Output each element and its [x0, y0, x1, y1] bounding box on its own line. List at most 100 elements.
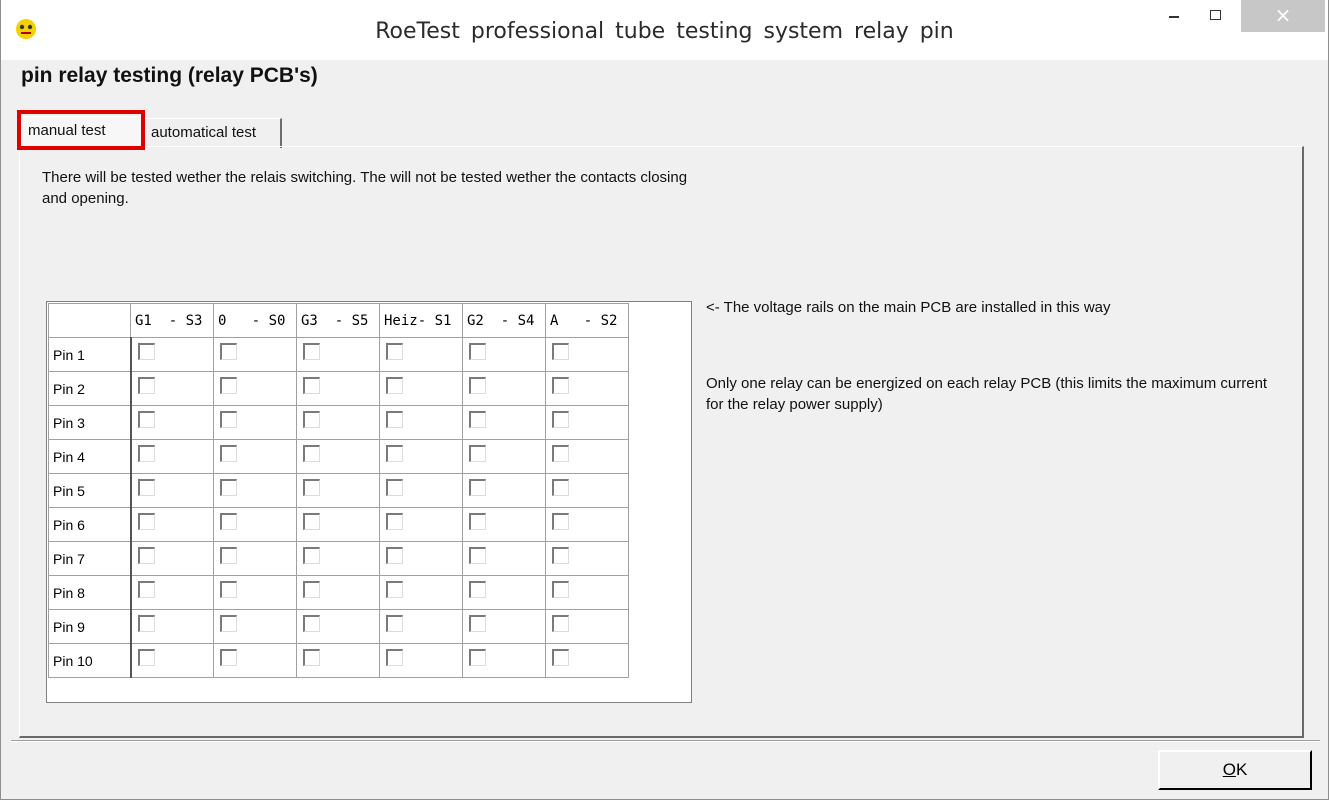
- relay-checkbox[interactable]: [552, 547, 569, 565]
- relay-checkbox[interactable]: [552, 615, 569, 633]
- minimize-button[interactable]: [1155, 0, 1191, 30]
- grid-row: Pin 2: [48, 371, 629, 406]
- grid-cell: [545, 371, 629, 406]
- relay-checkbox[interactable]: [552, 581, 569, 599]
- tab-automatical-test[interactable]: automatical test: [144, 118, 282, 148]
- minimize-icon: [1169, 16, 1179, 18]
- relay-checkbox[interactable]: [386, 445, 403, 463]
- relay-checkbox[interactable]: [220, 581, 237, 599]
- relay-checkbox[interactable]: [386, 581, 403, 599]
- relay-checkbox[interactable]: [469, 615, 486, 633]
- relay-checkbox[interactable]: [386, 343, 403, 361]
- grid-cell: [462, 439, 546, 474]
- relay-checkbox[interactable]: [220, 411, 237, 429]
- relay-checkbox[interactable]: [469, 343, 486, 361]
- grid-cell: [130, 473, 214, 508]
- relay-checkbox[interactable]: [469, 445, 486, 463]
- grid-cell: [379, 405, 463, 440]
- relay-checkbox[interactable]: [552, 411, 569, 429]
- relay-checkbox[interactable]: [303, 377, 320, 395]
- grid-cell: [545, 473, 629, 508]
- relay-checkbox[interactable]: [386, 479, 403, 497]
- relay-checkbox[interactable]: [386, 513, 403, 531]
- relay-checkbox[interactable]: [469, 479, 486, 497]
- relay-checkbox[interactable]: [386, 411, 403, 429]
- relay-checkbox[interactable]: [137, 615, 155, 633]
- grid-row: Pin 3: [48, 405, 629, 440]
- relay-checkbox[interactable]: [303, 649, 320, 667]
- relay-checkbox[interactable]: [303, 615, 320, 633]
- relay-checkbox[interactable]: [220, 513, 237, 531]
- relay-checkbox[interactable]: [303, 513, 320, 531]
- relay-checkbox[interactable]: [303, 445, 320, 463]
- grid-cell: [213, 337, 297, 372]
- grid-cell: [545, 541, 629, 576]
- relay-checkbox[interactable]: [469, 547, 486, 565]
- grid-cell: [296, 541, 380, 576]
- relay-checkbox[interactable]: [220, 547, 237, 565]
- ok-button[interactable]: OK: [1158, 750, 1312, 790]
- grid-row-label: Pin 7: [48, 541, 132, 576]
- relay-checkbox[interactable]: [137, 547, 155, 565]
- relay-checkbox[interactable]: [137, 343, 155, 361]
- relay-checkbox[interactable]: [469, 411, 486, 429]
- grid-cell: [213, 609, 297, 644]
- relay-checkbox[interactable]: [386, 615, 403, 633]
- grid-row-label: Pin 8: [48, 575, 132, 610]
- grid-cell: [545, 609, 629, 644]
- grid-cell: [213, 371, 297, 406]
- relay-checkbox[interactable]: [303, 411, 320, 429]
- relay-checkbox[interactable]: [552, 513, 569, 531]
- grid-cell: [379, 371, 463, 406]
- relay-checkbox[interactable]: [552, 649, 569, 667]
- grid-cell: [379, 643, 463, 678]
- grid-row: Pin 4: [48, 439, 629, 474]
- grid-cell: [213, 405, 297, 440]
- relay-checkbox[interactable]: [303, 547, 320, 565]
- relay-checkbox[interactable]: [552, 377, 569, 395]
- relay-checkbox[interactable]: [137, 445, 155, 463]
- relay-checkbox[interactable]: [137, 411, 155, 429]
- relay-checkbox[interactable]: [386, 649, 403, 667]
- grid-cell: [130, 575, 214, 610]
- grid-cell: [130, 371, 214, 406]
- relay-checkbox[interactable]: [469, 377, 486, 395]
- maximize-button[interactable]: [1197, 0, 1233, 30]
- grid-cell: [130, 507, 214, 542]
- relay-checkbox[interactable]: [386, 547, 403, 565]
- relay-checkbox[interactable]: [137, 581, 155, 599]
- relay-checkbox[interactable]: [220, 615, 237, 633]
- relay-checkbox[interactable]: [303, 343, 320, 361]
- relay-checkbox[interactable]: [220, 649, 237, 667]
- relay-checkbox[interactable]: [137, 649, 155, 667]
- relay-checkbox[interactable]: [303, 479, 320, 497]
- title-bar[interactable]: RoeTest professional tube testing system…: [1, 0, 1328, 60]
- grid-cell: [462, 337, 546, 372]
- grid-row: Pin 8: [48, 575, 629, 610]
- relay-checkbox[interactable]: [469, 649, 486, 667]
- grid-cell: [462, 575, 546, 610]
- grid-cell: [462, 473, 546, 508]
- relay-checkbox[interactable]: [552, 445, 569, 463]
- relay-checkbox[interactable]: [137, 513, 155, 531]
- relay-checkbox[interactable]: [552, 343, 569, 361]
- grid-column-header: G3 - S5: [296, 303, 380, 338]
- relay-checkbox[interactable]: [137, 479, 155, 497]
- relay-checkbox[interactable]: [552, 479, 569, 497]
- close-button[interactable]: ×: [1241, 0, 1325, 32]
- relay-checkbox[interactable]: [386, 377, 403, 395]
- relay-checkbox[interactable]: [137, 377, 155, 395]
- tab-manual-test[interactable]: manual test: [21, 116, 143, 146]
- relay-checkbox[interactable]: [469, 581, 486, 599]
- ok-label: K: [1235, 760, 1248, 779]
- grid-row: Pin 10: [48, 643, 629, 678]
- dialog-heading: pin relay testing (relay PCB's): [21, 64, 318, 87]
- relay-checkbox[interactable]: [220, 445, 237, 463]
- relay-checkbox[interactable]: [220, 343, 237, 361]
- relay-checkbox[interactable]: [220, 479, 237, 497]
- grid-column-header: Heiz- S1: [379, 303, 463, 338]
- relay-checkbox[interactable]: [220, 377, 237, 395]
- grid-cell: [379, 337, 463, 372]
- relay-checkbox[interactable]: [469, 513, 486, 531]
- relay-checkbox[interactable]: [303, 581, 320, 599]
